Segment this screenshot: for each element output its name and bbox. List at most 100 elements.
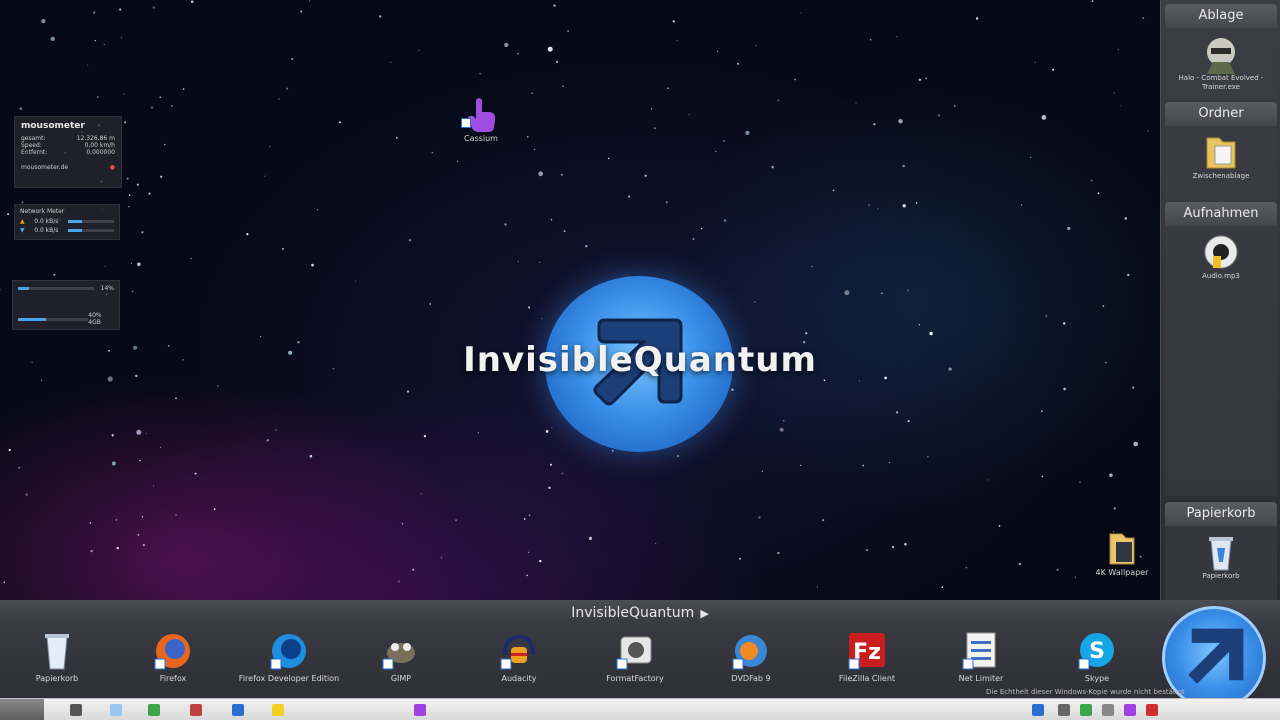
side-item-papierkorb[interactable]: Papierkorb bbox=[1165, 526, 1277, 581]
star bbox=[737, 62, 740, 65]
dock-item-netlimiter[interactable]: Net Limiter bbox=[926, 631, 1036, 683]
star bbox=[291, 57, 294, 61]
star bbox=[873, 123, 876, 126]
star bbox=[269, 145, 271, 148]
network-row-up: ▲ 0.0 kB/s bbox=[20, 218, 114, 225]
star bbox=[1018, 562, 1022, 566]
star bbox=[915, 202, 918, 204]
star bbox=[167, 345, 170, 347]
side-item-zwischenablage[interactable]: Zwischenablage bbox=[1165, 126, 1277, 181]
dock-item-firefox[interactable]: Firefox bbox=[118, 631, 228, 683]
side-item-label: Zwischenablage bbox=[1192, 172, 1250, 180]
star bbox=[526, 574, 528, 577]
dock-item-skype[interactable]: S Skype bbox=[1042, 631, 1152, 683]
taskbar-app-icon[interactable] bbox=[148, 704, 160, 716]
start-button[interactable] bbox=[0, 699, 44, 720]
star bbox=[904, 543, 907, 546]
star bbox=[531, 92, 533, 94]
star bbox=[171, 105, 173, 107]
desktop-icon-cassium[interactable]: Cassium bbox=[452, 96, 510, 143]
star bbox=[547, 46, 553, 52]
cpu-row: 14% bbox=[18, 285, 114, 292]
side-section-aufnahmen: Aufnahmen Audio.mp3 bbox=[1165, 202, 1277, 496]
activation-notice: Die Echtheit dieser Windows-Kopie wurde … bbox=[986, 688, 1185, 696]
side-section-title[interactable]: Ordner bbox=[1165, 102, 1277, 126]
taskbar-app-icon[interactable] bbox=[414, 704, 426, 716]
tray-icon[interactable] bbox=[1032, 704, 1044, 716]
dock-item-filezilla[interactable]: Fz FileZilla Client bbox=[812, 631, 922, 683]
dock-item-label: Audacity bbox=[501, 674, 537, 683]
star bbox=[390, 61, 392, 63]
side-item-audio-mp3[interactable]: Audio.mp3 bbox=[1165, 226, 1277, 281]
star bbox=[870, 39, 872, 41]
taskbar-app-icon[interactable] bbox=[232, 704, 244, 716]
shortcut-arrow-icon bbox=[461, 118, 471, 128]
star bbox=[1117, 48, 1119, 51]
dock-item-formatfactory[interactable]: FormatFactory bbox=[580, 631, 690, 683]
star bbox=[159, 96, 161, 98]
dock-item-gimp[interactable]: GIMP bbox=[346, 631, 456, 683]
taskbar-app-icon[interactable] bbox=[190, 704, 202, 716]
star bbox=[1090, 179, 1093, 182]
tray-icon[interactable] bbox=[1080, 704, 1092, 716]
star bbox=[1142, 17, 1145, 19]
star bbox=[440, 556, 443, 559]
dock-item-papierkorb[interactable]: Papierkorb bbox=[2, 631, 112, 683]
star bbox=[816, 586, 818, 588]
star bbox=[975, 17, 979, 20]
star bbox=[918, 324, 921, 326]
tray-icon[interactable] bbox=[1102, 704, 1114, 716]
star bbox=[41, 19, 46, 24]
audio-file-icon bbox=[1204, 235, 1238, 269]
star bbox=[97, 96, 99, 98]
star bbox=[701, 228, 703, 230]
tray-icon[interactable] bbox=[1058, 704, 1070, 716]
desktop-icon-4k-wallpaper[interactable]: 4K Wallpaper bbox=[1088, 530, 1156, 577]
recycle-bin-icon bbox=[1209, 537, 1233, 571]
star bbox=[538, 171, 544, 177]
side-section-title[interactable]: Papierkorb bbox=[1165, 502, 1277, 526]
star bbox=[355, 280, 357, 282]
dock-item-audacity[interactable]: Audacity bbox=[464, 631, 574, 683]
tray-icon[interactable] bbox=[1124, 704, 1136, 716]
star bbox=[800, 464, 802, 467]
star bbox=[332, 367, 335, 370]
star bbox=[667, 87, 669, 89]
tray-icon[interactable] bbox=[1146, 704, 1158, 716]
star bbox=[164, 143, 166, 146]
star bbox=[528, 514, 531, 516]
star bbox=[429, 303, 431, 305]
star bbox=[19, 107, 23, 110]
star bbox=[654, 542, 657, 545]
mousometer-footer[interactable]: mousometer.de ● bbox=[21, 164, 115, 171]
star bbox=[723, 219, 727, 222]
taskbar-app-icon[interactable] bbox=[272, 704, 284, 716]
dock-item-firefox-developer-edition[interactable]: Firefox Developer Edition bbox=[234, 631, 344, 683]
star bbox=[1120, 105, 1122, 107]
hand-cursor-icon bbox=[467, 98, 496, 132]
taskbar-app-icon[interactable] bbox=[110, 704, 122, 716]
dock-item-dvdfab[interactable]: DVDFab 9 bbox=[696, 631, 806, 683]
side-section-title[interactable]: Aufnahmen bbox=[1165, 202, 1277, 226]
star bbox=[811, 265, 813, 268]
star bbox=[311, 263, 314, 267]
star bbox=[182, 88, 185, 90]
star bbox=[246, 233, 249, 236]
star bbox=[213, 508, 216, 511]
side-section-title[interactable]: Ablage bbox=[1165, 4, 1277, 28]
star bbox=[1052, 68, 1055, 71]
dock-title[interactable]: InvisibleQuantum ▶ bbox=[0, 603, 1280, 623]
taskbar-app-icon[interactable] bbox=[70, 704, 82, 716]
star bbox=[479, 72, 481, 75]
star bbox=[1063, 322, 1066, 325]
star bbox=[676, 40, 678, 42]
star bbox=[53, 273, 56, 276]
dock-item-label: Skype bbox=[1084, 674, 1110, 683]
star bbox=[8, 448, 11, 452]
star bbox=[1097, 192, 1100, 195]
star bbox=[715, 150, 717, 152]
side-item-halo-trainer[interactable]: Halo - Combat Evolved - Trainer.exe bbox=[1165, 28, 1277, 92]
star bbox=[528, 551, 530, 553]
star bbox=[107, 376, 113, 382]
star bbox=[338, 121, 341, 124]
